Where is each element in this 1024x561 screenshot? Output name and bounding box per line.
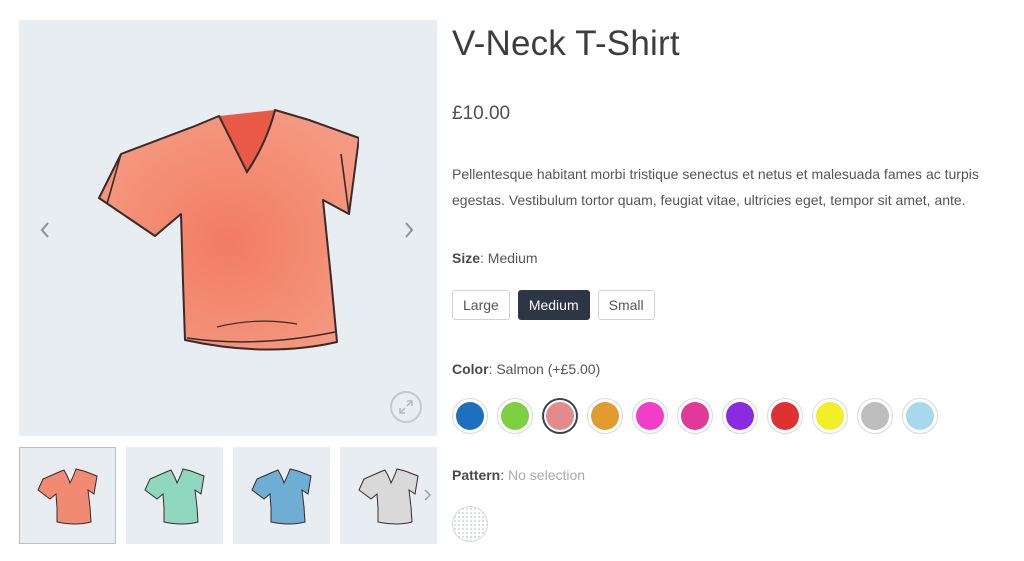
color-attribute-name: Color [452, 361, 489, 377]
pattern-swatch[interactable] [452, 506, 488, 542]
color-swatch[interactable] [722, 398, 758, 434]
color-swatch[interactable] [767, 398, 803, 434]
color-swatch-dot [861, 402, 889, 430]
color-swatch[interactable] [902, 398, 938, 434]
color-swatch-dot [726, 402, 754, 430]
tshirt-thumb-image [250, 467, 312, 524]
color-swatch-dot [906, 402, 934, 430]
color-swatch-dot [636, 402, 664, 430]
pattern-label: Pattern: No selection [452, 467, 586, 483]
product-description: Pellentesque habitant morbi tristique se… [452, 166, 979, 208]
pattern-attribute-name: Pattern [452, 467, 501, 483]
color-swatch[interactable] [632, 398, 668, 434]
tshirt-thumb-image [36, 467, 98, 524]
color-swatch[interactable] [677, 398, 713, 434]
color-swatch[interactable] [497, 398, 533, 434]
color-swatch-dot [546, 402, 574, 430]
thumbnail-salmon[interactable] [19, 447, 116, 544]
size-options: Large Medium Small [452, 290, 655, 320]
expand-icon[interactable] [390, 391, 422, 423]
product-price: £10.00 [452, 103, 511, 124]
color-swatch[interactable] [542, 398, 578, 434]
size-label: Size: Medium [452, 250, 538, 266]
thumbnail-mint[interactable] [126, 447, 223, 544]
thumbnail-blue[interactable] [233, 447, 330, 544]
color-swatch[interactable] [452, 398, 488, 434]
tshirt-image [98, 109, 359, 351]
color-swatch-dot [681, 402, 709, 430]
color-swatch-dot [816, 402, 844, 430]
chevron-right-icon[interactable] [420, 483, 434, 507]
size-option-medium[interactable]: Medium [517, 290, 590, 320]
tshirt-thumb-image [357, 467, 419, 524]
chevron-left-icon[interactable] [35, 218, 55, 242]
color-swatch[interactable] [587, 398, 623, 434]
color-swatch-dot [591, 402, 619, 430]
color-swatch-dot [501, 402, 529, 430]
color-swatch[interactable] [812, 398, 848, 434]
size-option-small[interactable]: Small [597, 290, 655, 320]
color-swatch[interactable] [857, 398, 893, 434]
size-attribute-name: Size [452, 250, 481, 266]
color-label: Color: Salmon (+£5.00) [452, 361, 601, 377]
size-option-large[interactable]: Large [452, 290, 510, 320]
thumbnail-strip [19, 447, 437, 544]
size-selected-value: Medium [487, 250, 538, 266]
color-swatch-dot [771, 402, 799, 430]
product-title: V-Neck T-Shirt [452, 24, 680, 63]
main-product-image[interactable] [19, 20, 437, 436]
tshirt-thumb-image [143, 467, 205, 524]
color-swatch-dot [456, 402, 484, 430]
pattern-selected-value: No selection [508, 467, 586, 483]
color-selected-value: Salmon (+£5.00) [496, 361, 601, 377]
chevron-right-icon[interactable] [399, 218, 419, 242]
